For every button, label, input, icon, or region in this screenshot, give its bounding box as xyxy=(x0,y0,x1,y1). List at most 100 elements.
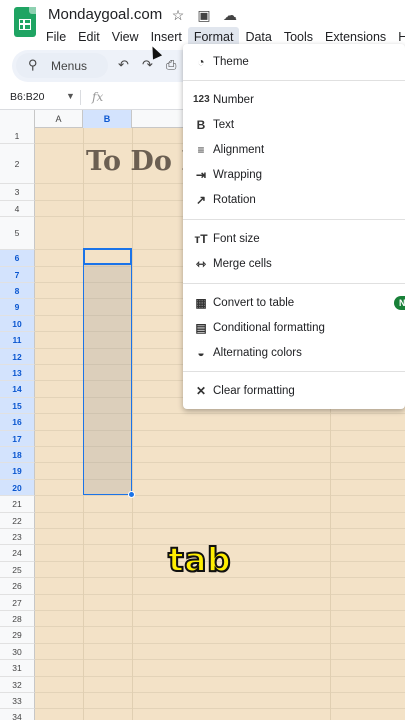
menu-insert[interactable]: Insert xyxy=(145,27,188,47)
format-menu-convert-to-table[interactable]: ▦ Convert to table N xyxy=(183,290,405,315)
undo-icon[interactable]: ↶ xyxy=(118,57,129,73)
column-header-b[interactable]: B xyxy=(83,110,132,128)
row-gridline xyxy=(35,593,405,595)
table-icon: ▦ xyxy=(195,295,207,310)
menu-view[interactable]: View xyxy=(106,27,145,47)
row-header[interactable]: 31 xyxy=(0,660,35,677)
star-icon[interactable]: ☆ xyxy=(170,7,186,24)
fx-icon: fx xyxy=(92,90,104,104)
row-gridline xyxy=(35,626,405,628)
row-gridline xyxy=(35,610,405,611)
sheets-screen: Mondaygoal.com ☆ ▣ ☁ File Edit View Inse… xyxy=(0,0,405,720)
column-header-a[interactable]: A xyxy=(35,110,83,128)
row-gridline xyxy=(35,692,405,693)
row-gridline xyxy=(35,511,405,513)
row-header[interactable]: 5 xyxy=(0,217,35,251)
row-header[interactable]: 26 xyxy=(0,578,35,595)
format-menu-rotation[interactable]: ↗ Rotation xyxy=(183,187,405,212)
row-header[interactable]: 7 xyxy=(0,266,35,283)
format-menu-clear-formatting[interactable]: ✕ Clear formatting xyxy=(183,378,405,403)
sheets-logo-icon[interactable] xyxy=(14,7,36,37)
search-menus-button[interactable]: ⚲ Menus xyxy=(16,53,108,78)
format-menu-wrapping[interactable]: ⇥ Wrapping xyxy=(183,162,405,187)
merge-cells-icon: ⇿ xyxy=(195,256,207,271)
selected-range[interactable] xyxy=(83,248,132,495)
row-header[interactable]: 19 xyxy=(0,463,35,480)
row-header[interactable]: 4 xyxy=(0,200,35,218)
clear-format-icon: ✕ xyxy=(195,383,207,398)
redo-icon[interactable]: ↷ xyxy=(142,57,153,73)
row-header[interactable]: 30 xyxy=(0,643,35,661)
row-header[interactable]: 27 xyxy=(0,594,35,611)
align-icon: ≡ xyxy=(197,142,205,157)
row-header[interactable]: 9 xyxy=(0,299,35,316)
format-menu-font-size[interactable]: тT Font size xyxy=(183,226,405,251)
video-caption: tab xyxy=(167,539,232,580)
format-menu-merge-cells[interactable]: ⇿ Merge cells xyxy=(183,251,405,276)
menu-divider xyxy=(183,283,405,284)
menu-file[interactable]: File xyxy=(40,27,72,47)
font-size-icon: тT xyxy=(194,231,208,246)
row-gridline xyxy=(35,495,405,497)
row-header[interactable]: 13 xyxy=(0,365,35,382)
rotation-icon: ↗ xyxy=(195,192,207,207)
row-header[interactable]: 33 xyxy=(0,693,35,710)
bold-icon: B xyxy=(196,117,206,132)
row-header[interactable]: 10 xyxy=(0,315,35,333)
name-box[interactable]: B6:B20 xyxy=(10,91,44,103)
fill-handle[interactable] xyxy=(128,491,135,498)
menu-divider xyxy=(183,219,405,220)
format-menu-conditional-formatting[interactable]: ▤ Conditional formatting xyxy=(183,315,405,340)
menu-divider xyxy=(183,80,405,81)
conditional-format-icon: ▤ xyxy=(195,320,207,335)
row-header[interactable]: 21 xyxy=(0,496,35,513)
row-header[interactable]: 24 xyxy=(0,545,35,562)
alternating-colors-icon: ◒ xyxy=(197,345,205,360)
row-header[interactable]: 3 xyxy=(0,184,35,201)
row-gridline xyxy=(35,659,405,661)
format-menu: ◔ Theme 123 Number B Text ≡ Alignment ⇥ … xyxy=(183,44,405,409)
row-header[interactable]: 6 xyxy=(0,250,35,267)
row-header[interactable]: 16 xyxy=(0,414,35,431)
menu-edit[interactable]: Edit xyxy=(72,27,106,47)
row-header[interactable]: 28 xyxy=(0,611,35,628)
format-menu-alignment[interactable]: ≡ Alignment xyxy=(183,137,405,162)
row-header[interactable]: 29 xyxy=(0,627,35,644)
format-menu-theme[interactable]: ◔ Theme xyxy=(183,49,405,74)
row-header[interactable]: 2 xyxy=(0,144,35,185)
cloud-status-icon[interactable]: ☁ xyxy=(222,7,238,24)
format-menu-number[interactable]: 123 Number xyxy=(183,87,405,112)
row-header[interactable]: 18 xyxy=(0,447,35,464)
toolbar: ⚲ Menus ↶ ↷ ⎙ xyxy=(12,52,202,80)
row-header[interactable]: 22 xyxy=(0,512,35,529)
row-header[interactable]: 14 xyxy=(0,381,35,398)
title-icons: ☆ ▣ ☁ xyxy=(170,7,238,24)
row-gridline xyxy=(35,528,405,529)
move-folder-icon[interactable]: ▣ xyxy=(196,7,212,24)
print-icon[interactable]: ⎙ xyxy=(166,57,176,73)
row-header[interactable]: 1 xyxy=(0,128,35,145)
menu-divider xyxy=(183,371,405,372)
row-header[interactable]: 23 xyxy=(0,529,35,546)
search-menus-label: Menus xyxy=(51,59,88,73)
chevron-down-icon[interactable]: ▼ xyxy=(66,91,75,101)
row-gridline xyxy=(35,642,405,644)
row-header[interactable]: 34 xyxy=(0,709,35,720)
select-all-corner[interactable] xyxy=(0,110,35,128)
row-header[interactable]: 20 xyxy=(0,479,35,497)
column-gridline xyxy=(132,128,133,720)
title-bar: Mondaygoal.com ☆ ▣ ☁ File Edit View Inse… xyxy=(0,0,405,50)
wrap-icon: ⇥ xyxy=(195,167,207,182)
document-title[interactable]: Mondaygoal.com xyxy=(48,6,162,23)
format-menu-alternating-colors[interactable]: ◒ Alternating colors xyxy=(183,340,405,365)
search-icon: ⚲ xyxy=(28,57,38,72)
format-menu-text[interactable]: B Text xyxy=(183,112,405,137)
row-header[interactable]: 11 xyxy=(0,332,35,349)
active-cell[interactable] xyxy=(83,248,132,265)
row-header[interactable]: 15 xyxy=(0,397,35,415)
row-header[interactable]: 17 xyxy=(0,430,35,447)
row-header[interactable]: 25 xyxy=(0,561,35,579)
row-header[interactable]: 12 xyxy=(0,348,35,365)
row-header[interactable]: 32 xyxy=(0,676,35,693)
row-header[interactable]: 8 xyxy=(0,283,35,300)
